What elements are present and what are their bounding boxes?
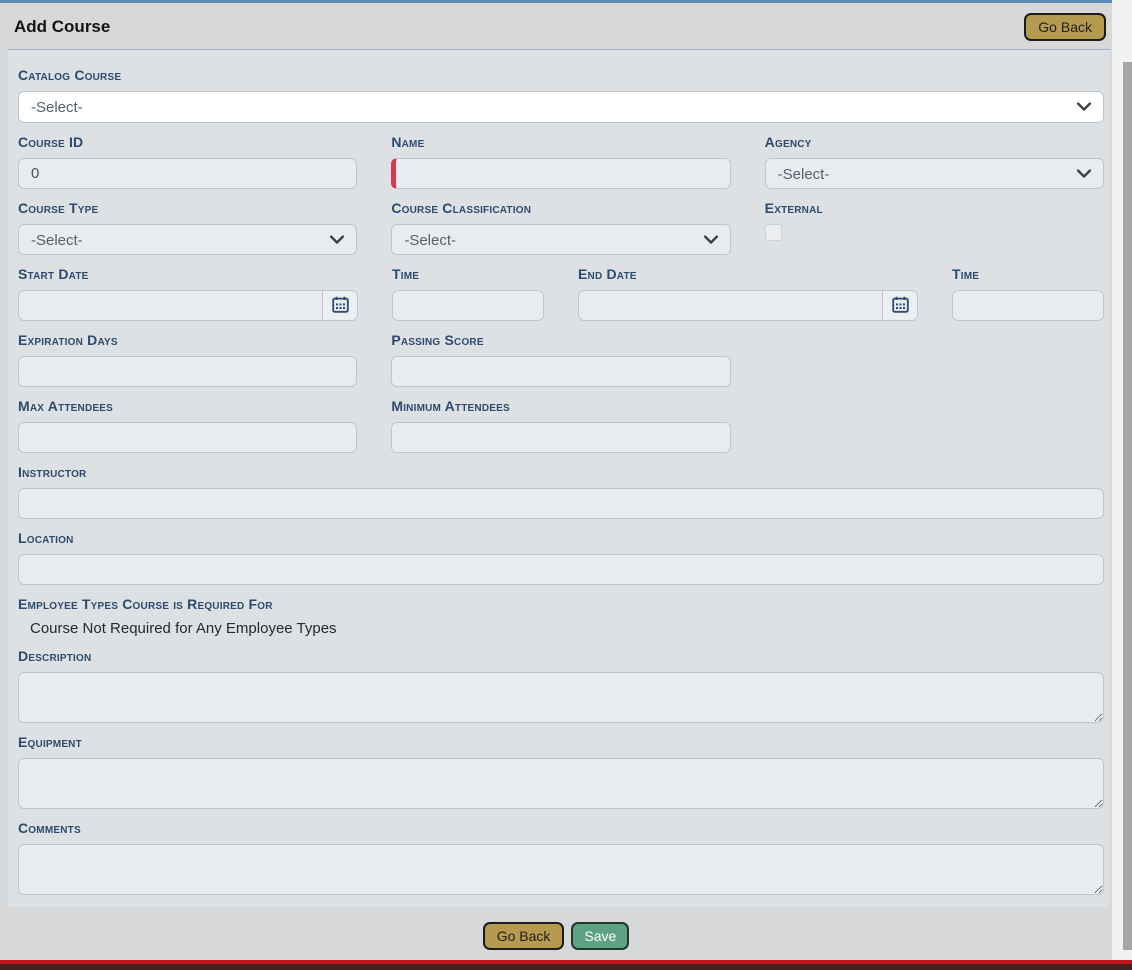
calendar-icon (332, 296, 349, 316)
passing-score-field-group: Passing Score (391, 321, 730, 387)
row-expiration-passing: Expiration Days Passing Score (18, 321, 1104, 387)
agency-selected-value: -Select- (778, 166, 830, 183)
max-attendees-label: Max Attendees (18, 398, 357, 414)
agency-label: Agency (765, 134, 1104, 150)
catalog-course-selected-value: -Select- (31, 99, 83, 116)
catalog-course-label: Catalog Course (18, 67, 1104, 83)
minimum-attendees-input[interactable] (391, 422, 730, 453)
end-date-label: End Date (578, 266, 918, 282)
expiration-days-input[interactable] (18, 356, 357, 387)
chevron-down-icon (1077, 169, 1091, 178)
start-time-input[interactable] (392, 290, 544, 321)
max-attendees-input[interactable] (18, 422, 357, 453)
name-input[interactable] (391, 158, 730, 189)
end-time-input[interactable] (952, 290, 1104, 321)
external-field-group: External (765, 189, 1104, 255)
employee-types-label: Employee Types Course is Required For (18, 596, 1104, 612)
course-type-field-group: Course Type -Select- (18, 189, 357, 255)
course-id-label: Course ID (18, 134, 357, 150)
minimum-attendees-label: Minimum Attendees (391, 398, 730, 414)
end-time-label: Time (952, 266, 1104, 282)
row-dates: Start Date Time End Date (18, 255, 1104, 321)
expiration-days-field-group: Expiration Days (18, 321, 357, 387)
end-date-input-group (578, 290, 918, 321)
end-date-field-group: End Date (578, 255, 918, 321)
page-title: Add Course (14, 17, 110, 37)
start-date-calendar-button[interactable] (322, 290, 358, 321)
location-label: Location (18, 530, 1104, 546)
passing-score-label: Passing Score (391, 332, 730, 348)
equipment-textarea[interactable] (18, 758, 1104, 809)
comments-label: Comments (18, 820, 1104, 836)
description-textarea[interactable] (18, 672, 1104, 723)
external-checkbox[interactable] (765, 224, 782, 241)
start-date-label: Start Date (18, 266, 358, 282)
row-id-name-agency: Course ID Name Agency -Select- (18, 123, 1104, 189)
start-date-field-group: Start Date (18, 255, 358, 321)
go-back-button-top[interactable]: Go Back (1024, 13, 1106, 41)
agency-field-group: Agency -Select- (765, 123, 1104, 189)
chevron-down-icon (1077, 103, 1091, 112)
course-classification-label: Course Classification (391, 200, 730, 216)
expiration-days-label: Expiration Days (18, 332, 357, 348)
end-date-calendar-button[interactable] (882, 290, 918, 321)
add-course-page: Add Course Go Back Catalog Course -Selec… (0, 0, 1132, 970)
go-back-button-bottom[interactable]: Go Back (483, 922, 565, 950)
instructor-input[interactable] (18, 488, 1104, 519)
start-time-field-group: Time (392, 255, 544, 321)
page-header: Add Course Go Back (0, 3, 1112, 49)
course-type-label: Course Type (18, 200, 357, 216)
employee-types-status-text: Course Not Required for Any Employee Typ… (30, 620, 1104, 637)
course-classification-field-group: Course Classification -Select- (391, 189, 730, 255)
footer-maroon-bar (0, 964, 1132, 970)
footer-actions: Go Back Save (0, 907, 1112, 950)
calendar-icon (892, 296, 909, 316)
row-type-class-external: Course Type -Select- Course Classificati… (18, 189, 1104, 255)
start-time-label: Time (392, 266, 544, 282)
start-date-input-group (18, 290, 358, 321)
course-type-selected-value: -Select- (31, 232, 83, 249)
comments-textarea[interactable] (18, 844, 1104, 895)
vertical-scrollbar-thumb[interactable] (1123, 62, 1132, 950)
minimum-attendees-field-group: Minimum Attendees (391, 387, 730, 453)
page-content: Add Course Go Back Catalog Course -Selec… (0, 3, 1112, 961)
vertical-scrollbar-track[interactable] (1112, 0, 1132, 960)
equipment-label: Equipment (18, 734, 1104, 750)
course-classification-select[interactable]: -Select- (391, 224, 730, 255)
end-date-input[interactable] (578, 290, 882, 321)
description-label: Description (18, 648, 1104, 664)
save-button[interactable]: Save (571, 922, 629, 950)
catalog-course-select[interactable]: -Select- (18, 91, 1104, 123)
location-input[interactable] (18, 554, 1104, 585)
name-label: Name (391, 134, 730, 150)
end-time-field-group: Time (952, 255, 1104, 321)
course-id-input[interactable] (18, 158, 357, 189)
course-type-select[interactable]: -Select- (18, 224, 357, 255)
name-field-group: Name (391, 123, 730, 189)
course-classification-selected-value: -Select- (404, 232, 456, 249)
agency-select[interactable]: -Select- (765, 158, 1104, 189)
external-label: External (765, 200, 1104, 216)
instructor-label: Instructor (18, 464, 1104, 480)
course-id-field-group: Course ID (18, 123, 357, 189)
row-attendees: Max Attendees Minimum Attendees (18, 387, 1104, 453)
start-date-input[interactable] (18, 290, 322, 321)
chevron-down-icon (704, 235, 718, 244)
chevron-down-icon (330, 235, 344, 244)
passing-score-input[interactable] (391, 356, 730, 387)
add-course-form: Catalog Course -Select- Course ID Name (8, 49, 1110, 907)
max-attendees-field-group: Max Attendees (18, 387, 357, 453)
